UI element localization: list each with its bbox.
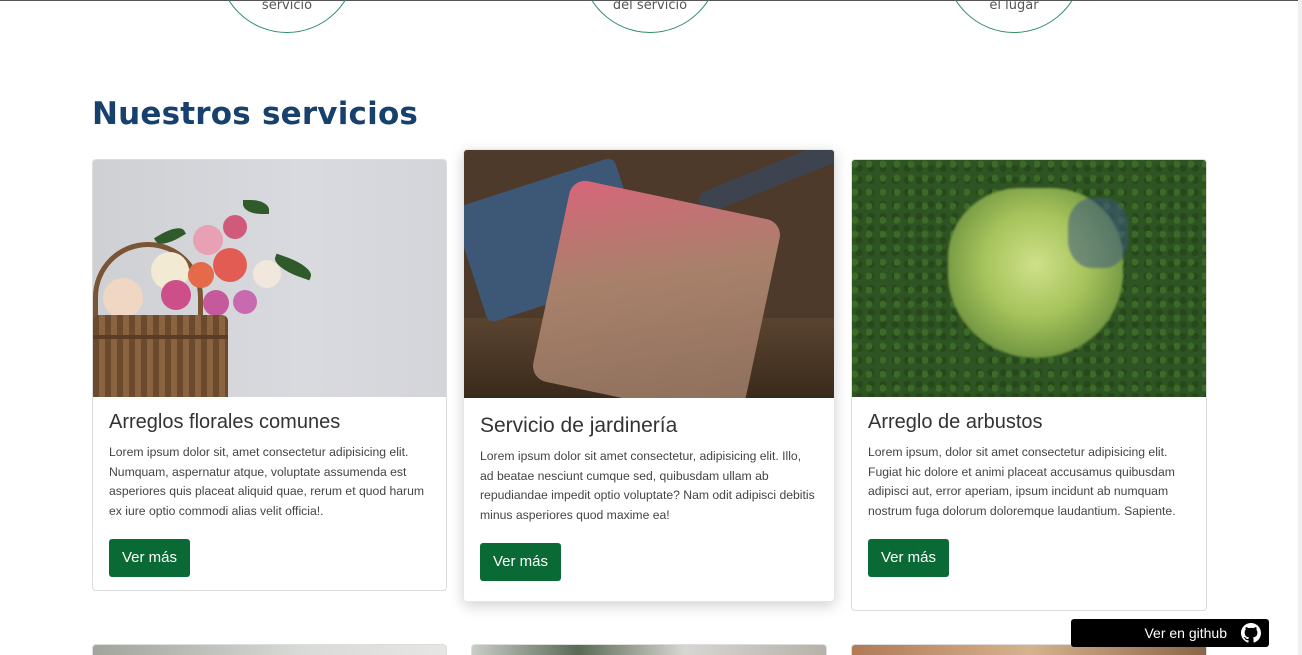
service-card-gardening: Servicio de jardinería Lorem ipsum dolor… — [463, 149, 835, 602]
card-title: Arreglo de arbustos — [868, 411, 1043, 433]
process-step-circle: servicio — [218, 0, 356, 33]
ver-mas-button[interactable]: Ver más — [109, 539, 191, 577]
process-step-label: servicio — [261, 0, 313, 13]
service-card-flowers: Arreglos florales comunes Lorem ipsum do… — [92, 159, 447, 591]
service-card-shrubs: Arreglo de arbustos Lorem ipsum, dolor s… — [851, 159, 1207, 611]
page-scrollbar[interactable] — [1298, 0, 1302, 655]
ver-mas-button[interactable]: Ver más — [480, 543, 562, 581]
github-icon — [1241, 623, 1261, 643]
card-text: Lorem ipsum dolor sit, amet consectetur … — [109, 445, 425, 518]
card-title: Arreglos florales comunes — [109, 411, 341, 433]
process-step-label: del servicio — [612, 0, 688, 13]
card-text: Lorem ipsum, dolor sit amet consectetur … — [868, 445, 1176, 518]
process-step-circle: el lugar — [945, 0, 1083, 33]
card-text: Lorem ipsum dolor sit amet consectetur, … — [480, 449, 815, 522]
github-link-button[interactable]: Ver en github — [1071, 619, 1269, 647]
service-card-image-partial — [471, 644, 827, 655]
shovels-image — [464, 150, 834, 398]
github-link-label: Ver en github — [1144, 625, 1227, 641]
service-card-image-partial — [92, 644, 447, 655]
heart-hedge-image — [852, 160, 1206, 397]
card-title: Servicio de jardinería — [480, 414, 678, 437]
process-step-label: el lugar — [989, 0, 1039, 13]
ver-mas-button[interactable]: Ver más — [868, 539, 950, 577]
flowers-basket-image — [93, 160, 446, 397]
process-step-circle: del servicio — [581, 0, 719, 33]
section-title: Nuestros servicios — [92, 96, 419, 132]
